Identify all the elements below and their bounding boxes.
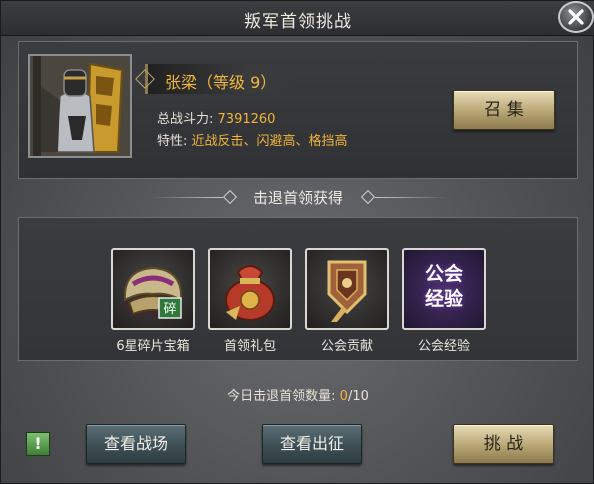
dialog-title: 叛军首领挑战 bbox=[244, 12, 352, 32]
guild-contribution-icon bbox=[305, 248, 389, 330]
reward-label: 首领礼包 bbox=[223, 339, 276, 354]
summon-button[interactable]: 召 集 bbox=[453, 90, 555, 130]
power-label: 总战斗力: bbox=[157, 112, 214, 127]
boss-challenge-dialog: 叛军首领挑战 张梁（等级 9） 总战斗力: 7391260 特性: 近战反击、闪… bbox=[0, 0, 594, 484]
reward-header-title: 击退首领获得 bbox=[252, 189, 343, 207]
shard-chest-icon: 碎 bbox=[111, 248, 195, 330]
reward-item[interactable]: 公会 经验 公会经验 bbox=[402, 248, 486, 354]
boss-name: 张梁（等级 9） bbox=[165, 73, 277, 92]
reward-label: 6星碎片宝箱 bbox=[116, 339, 190, 354]
traits-label: 特性: bbox=[157, 134, 188, 149]
reward-item[interactable]: 碎 6星碎片宝箱 bbox=[111, 248, 195, 354]
reward-item[interactable]: 公会贡献 bbox=[305, 248, 389, 354]
info-button[interactable]: ! bbox=[26, 432, 50, 456]
power-value: 7391260 bbox=[217, 112, 276, 127]
reward-item[interactable]: 首领礼包 bbox=[208, 248, 292, 354]
reward-label: 公会经验 bbox=[417, 339, 470, 354]
reward-header: 击退首领获得 bbox=[1, 187, 594, 209]
divider-right bbox=[375, 197, 447, 198]
boss-portrait-icon bbox=[30, 56, 130, 156]
challenge-button[interactable]: 挑 战 bbox=[453, 424, 554, 464]
daily-count-max: /10 bbox=[347, 389, 369, 404]
title-bar: 叛军首领挑战 bbox=[1, 1, 594, 36]
guild-exp-icon-text: 公会 经验 bbox=[424, 263, 463, 310]
boss-power-line: 总战斗力: 7391260 bbox=[157, 108, 275, 127]
boss-portrait[interactable] bbox=[28, 54, 132, 158]
daily-count-current: 0 bbox=[339, 389, 348, 404]
close-icon bbox=[568, 9, 584, 25]
gift-bag-icon bbox=[208, 248, 292, 330]
daily-defeat-count: 今日击退首领数量: 0/10 bbox=[1, 385, 594, 404]
svg-text:碎: 碎 bbox=[163, 302, 176, 317]
boss-traits-line: 特性: 近战反击、闪避高、格挡高 bbox=[157, 130, 348, 149]
boss-info-panel: 张梁（等级 9） 总战斗力: 7391260 特性: 近战反击、闪避高、格挡高 … bbox=[18, 41, 578, 179]
guild-exp-icon: 公会 经验 bbox=[402, 248, 486, 330]
reward-label: 公会贡献 bbox=[320, 339, 373, 354]
reward-panel: 碎 6星碎片宝箱 首领礼包 公会贡献 公会 经验 公会经验 bbox=[18, 217, 578, 361]
close-button[interactable] bbox=[558, 1, 594, 33]
daily-count-label: 今日击退首领数量: bbox=[227, 389, 340, 404]
view-battlefield-button[interactable]: 查看战场 bbox=[86, 424, 186, 464]
traits-value: 近战反击、闪避高、格挡高 bbox=[191, 134, 348, 149]
view-expedition-button[interactable]: 查看出征 bbox=[262, 424, 362, 464]
